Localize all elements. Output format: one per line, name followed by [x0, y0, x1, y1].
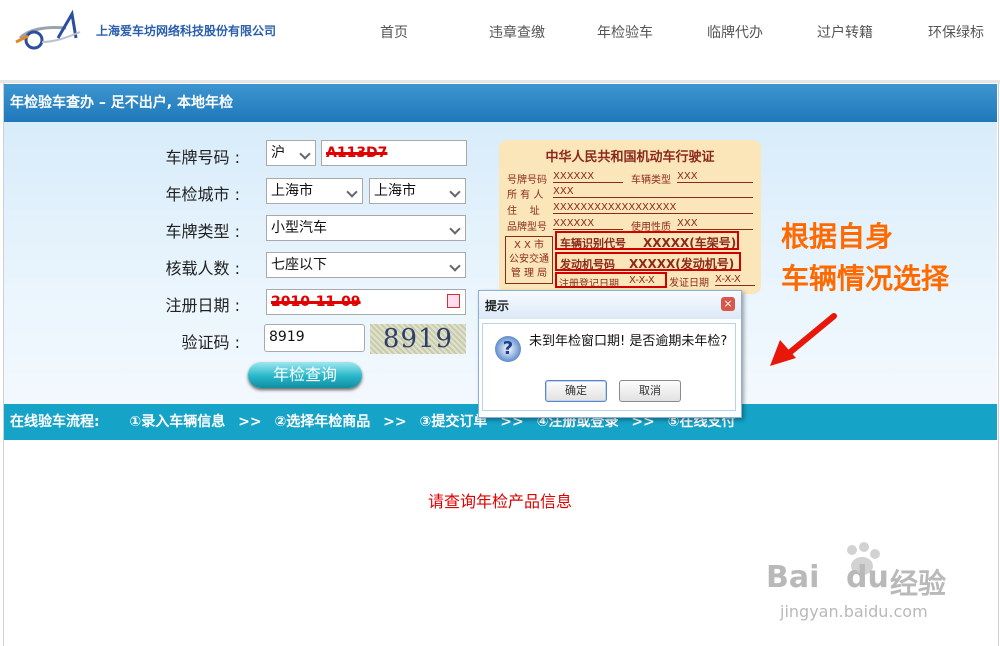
license-vehicle-type: XXX [677, 171, 753, 183]
province-select[interactable]: 上海市 [266, 178, 363, 204]
dialog-body: ? 未到年检窗口期! 是否逾期未年检? 确定 取消 [482, 323, 736, 411]
license-title: 中华人民共和国机动车行驶证 [545, 150, 715, 165]
process-label: 在线验车流程: [10, 414, 100, 430]
license-model: XXXXXX [553, 218, 623, 230]
license-issue: X-X-X [715, 274, 755, 286]
calendar-icon[interactable] [447, 294, 460, 308]
annotation-line-1: 根据自身 [781, 220, 894, 253]
license-vin: XXXXX(车架号) [643, 236, 737, 250]
dialog-titlebar[interactable] [479, 291, 741, 319]
license-regdate-label: 注册登记日期 [559, 279, 619, 290]
annotation-arrow-icon [770, 313, 837, 366]
inspection-query-button[interactable]: 年检查询 [248, 362, 362, 388]
regdate-highlight: 注册登记日期 X-X-X [555, 272, 667, 290]
company-name: 上海爱车坊网络科技股份有限公司 [96, 24, 277, 38]
city-select[interactable]: 上海市 [369, 178, 466, 204]
license-engine-label: 发动机号码 [560, 258, 615, 271]
watermark-url: jingyan.baidu.com [780, 602, 928, 621]
company-logo[interactable] [14, 8, 84, 52]
authority-line-2: 公安交通 [509, 254, 549, 265]
license-regdate: X-X-X [629, 275, 655, 286]
license-issue-label: 发证日期 [669, 278, 709, 289]
alert-dialog: 提示 × ? 未到年检窗口期! 是否逾期未年检? 确定 取消 [478, 290, 742, 418]
authority-line-1: X X 市 [513, 240, 545, 251]
regdate-label: 注册日期 : [165, 296, 240, 315]
plate-type-select[interactable]: 小型汽车 [266, 215, 466, 241]
license-usage: XXX [677, 218, 753, 230]
license-vehicle-type-label: 车辆类型 [631, 175, 671, 186]
license-owner: XXX [553, 186, 753, 198]
license-vin-label: 车辆识别代号 [560, 237, 626, 250]
nav-inspection[interactable]: 年检验车 [597, 22, 653, 42]
engine-highlight: 发动机号码 XXXXX(发动机号) [555, 252, 741, 271]
driving-license-sample: 中华人民共和国机动车行驶证 号牌号码 XXXXXX 车辆类型 XXX 所 有 人… [499, 140, 761, 294]
capacity-select[interactable]: 七座以下 [266, 252, 466, 278]
authority-line-3: 管 理 局 [510, 268, 548, 279]
plate-number-input[interactable]: A113D7 [321, 140, 467, 166]
license-engine: XXXXX(发动机号) [629, 257, 735, 271]
nav-home[interactable]: 首页 [380, 22, 408, 42]
process-separator: >> [238, 414, 262, 430]
nav-violations[interactable]: 违章查缴 [489, 22, 545, 42]
site-header: 上海爱车坊网络科技股份有限公司 首页 违章查缴 年检验车 临牌代办 过户转籍 环… [0, 0, 1000, 80]
watermark-bai: Bai [766, 560, 820, 595]
annotation-line-2: 车辆情况选择 [781, 262, 950, 295]
nav-transfer[interactable]: 过户转籍 [817, 22, 873, 42]
watermark-cn: 经验 [890, 567, 947, 600]
vin-highlight: 车辆识别代号 XXXXX(车架号) [555, 231, 739, 250]
annotation-text: 根据自身 车辆情况选择 [781, 216, 949, 300]
nav-temp-plate[interactable]: 临牌代办 [707, 22, 763, 42]
regdate-value: 2010-11-09 [271, 294, 361, 310]
process-step-2: ②选择年检商品 [274, 414, 371, 430]
license-model-label: 品牌型号 [507, 222, 547, 233]
license-plate-no-label: 号牌号码 [507, 175, 547, 186]
question-icon: ? [495, 336, 521, 362]
process-step-1: ①录入车辆信息 [129, 414, 226, 430]
captcha-input[interactable]: 8919 [264, 324, 365, 352]
nav-green-label[interactable]: 环保绿标 [928, 22, 984, 42]
plate-prefix-select[interactable]: 沪 [266, 140, 316, 166]
license-address-label: 住 址 [507, 206, 540, 217]
captcha-image[interactable]: 8919 [370, 324, 466, 354]
dialog-message: 未到年检窗口期! 是否逾期未年检? [529, 334, 728, 349]
watermark-du: du [846, 560, 889, 595]
section-banner: 年检验车查办 – 足不出户, 本地年检 [4, 84, 997, 122]
cancel-button[interactable]: 取消 [619, 380, 681, 402]
dialog-title: 提示 [485, 299, 510, 313]
capacity-label: 核载人数 : [165, 259, 240, 278]
plate-label: 车牌号码 : [165, 148, 240, 167]
ok-button[interactable]: 确定 [545, 380, 607, 402]
process-separator: >> [383, 414, 407, 430]
captcha-label: 验证码 : [181, 333, 240, 352]
plate-number-value: A113D7 [326, 145, 388, 161]
license-address: XXXXXXXXXXXXXXXXXX [553, 202, 753, 214]
close-icon[interactable]: × [721, 297, 735, 311]
license-plate-no: XXXXXX [553, 171, 623, 183]
city-label: 年检城市 : [165, 185, 240, 204]
license-authority-stamp: X X 市 公安交通 管 理 局 [505, 236, 553, 284]
baidu-watermark: Bai du 经验 jingyan.baidu.com [764, 540, 954, 630]
regdate-input[interactable]: 2010-11-09 [266, 289, 466, 315]
license-owner-label: 所 有 人 [507, 190, 544, 201]
result-message: 请查询年检产品信息 [427, 492, 572, 511]
plate-type-label: 车牌类型 : [165, 222, 240, 241]
